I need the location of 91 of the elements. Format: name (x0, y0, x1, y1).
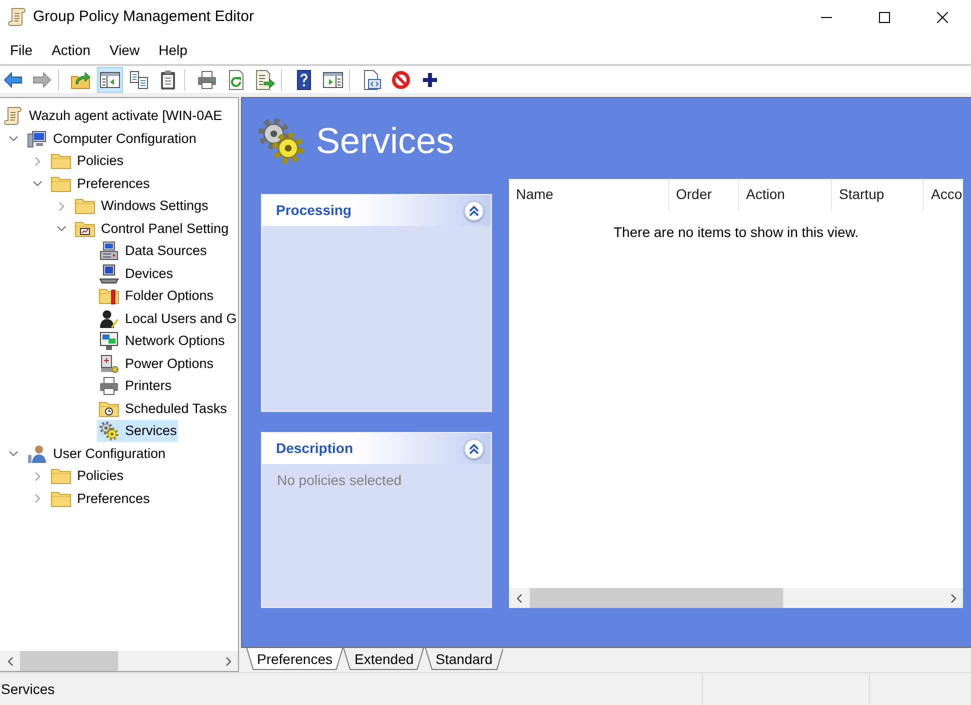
user-silhouette-icon (99, 308, 119, 329)
tree-item[interactable]: Preferences (49, 488, 151, 510)
tree-item[interactable]: Scheduled Tasks (97, 398, 228, 420)
window-pane-icon (100, 70, 120, 90)
properties-icon (362, 70, 382, 90)
folder-icon (51, 466, 71, 486)
help-icon (294, 70, 314, 90)
scrollbar-thumb[interactable] (530, 588, 783, 608)
minimize-icon (820, 16, 832, 18)
gears-icon (99, 421, 119, 442)
scrollbar[interactable] (0, 651, 238, 671)
scroll-left-icon[interactable] (516, 594, 522, 602)
chevron-right-icon[interactable] (58, 202, 64, 211)
tree-item[interactable]: Printers (97, 375, 173, 398)
collapse-button[interactable] (464, 438, 484, 458)
menu-item[interactable]: View (100, 40, 149, 60)
column-header[interactable]: Acco (924, 179, 963, 210)
folder-icon (51, 151, 71, 172)
plus-icon (423, 72, 437, 86)
column-header[interactable]: Name (509, 179, 669, 210)
copy-icon (129, 70, 149, 90)
tree-item[interactable]: Windows Settings (73, 195, 210, 218)
chevron-down-icon[interactable] (8, 451, 18, 456)
scroll-left-icon[interactable] (8, 656, 12, 666)
tree-item[interactable]: Policies (49, 465, 125, 488)
tree-item[interactable]: User Configuration (25, 442, 167, 465)
view-tab[interactable]: Preferences (246, 648, 344, 670)
tree-item[interactable]: Devices (97, 262, 174, 285)
double-chevron-up-icon (469, 206, 479, 216)
scrollbar-thumb[interactable] (20, 651, 118, 671)
panel-title: Processing (276, 202, 352, 219)
user-icon (27, 444, 47, 464)
toolbar-button[interactable] (97, 66, 123, 92)
tree-item[interactable]: Wazuh agent activate [WIN-0AE (1, 105, 224, 128)
tree-item[interactable]: Folder Options (97, 285, 215, 308)
scroll-right-icon[interactable] (950, 594, 956, 602)
chevron-right-icon[interactable] (34, 156, 40, 166)
window-pane-icon (323, 70, 343, 90)
tree-item[interactable]: Policies (49, 150, 125, 172)
printer-icon (99, 376, 119, 396)
server-icon (99, 241, 119, 262)
tree-item[interactable]: Services (97, 420, 178, 442)
tree-item[interactable]: Local Users and G (97, 308, 238, 330)
tree-item[interactable]: Network Options (97, 330, 226, 352)
scroll-icon (7, 7, 27, 27)
folder-arrow-icon (71, 70, 91, 90)
gears-icon (257, 117, 305, 165)
tree-item[interactable]: Preferences (49, 172, 151, 195)
export-icon (255, 70, 275, 90)
scroll-icon (3, 106, 23, 126)
clipboard-icon (158, 70, 178, 90)
computer-icon (27, 128, 47, 149)
chevron-down-icon[interactable] (56, 226, 66, 232)
collapse-button[interactable] (464, 200, 484, 220)
column-header[interactable]: Order (669, 179, 739, 210)
power-plug-icon (99, 354, 119, 374)
maximize-icon (878, 12, 890, 22)
empty-message: There are no items to show in this view. (613, 224, 859, 241)
arrow-left-icon (3, 70, 23, 90)
chevron-down-icon[interactable] (32, 181, 42, 186)
scroll-right-icon[interactable] (226, 656, 230, 666)
column-header[interactable]: Action (739, 179, 832, 210)
menu-item[interactable]: File (1, 40, 42, 60)
window-title: Group Policy Management Editor (33, 8, 255, 26)
double-chevron-up-icon (469, 444, 479, 454)
view-tab[interactable]: Standard (424, 648, 504, 670)
menu-item[interactable]: Action (42, 40, 100, 60)
panel-title: Description (276, 440, 354, 457)
monitor-icon (99, 264, 119, 284)
chevron-right-icon[interactable] (34, 494, 40, 504)
refresh-icon (226, 70, 246, 90)
arrow-right-icon (32, 70, 52, 90)
tree-item[interactable]: Control Panel Setting (73, 218, 230, 240)
monitor-icon (99, 331, 119, 352)
view-tab[interactable]: Extended (343, 648, 425, 670)
panel-text: No policies selected (277, 472, 402, 489)
tree-item[interactable]: Data Sources (97, 240, 208, 262)
close-icon (936, 12, 948, 22)
folder-tool-icon (99, 286, 119, 306)
tree-item[interactable]: Computer Configuration (25, 128, 198, 150)
status-text: Services (1, 680, 55, 698)
chevron-right-icon[interactable] (34, 472, 40, 481)
scrollbar[interactable] (509, 588, 963, 608)
chevron-down-icon[interactable] (8, 136, 18, 142)
page-heading: Services (316, 123, 454, 159)
column-header[interactable]: Startup (832, 179, 924, 210)
stop-icon (391, 70, 411, 90)
printer-icon (197, 70, 217, 90)
menu-item[interactable]: Help (150, 40, 196, 60)
tree-item[interactable]: Power Options (97, 352, 215, 375)
folder-icon (75, 196, 95, 216)
